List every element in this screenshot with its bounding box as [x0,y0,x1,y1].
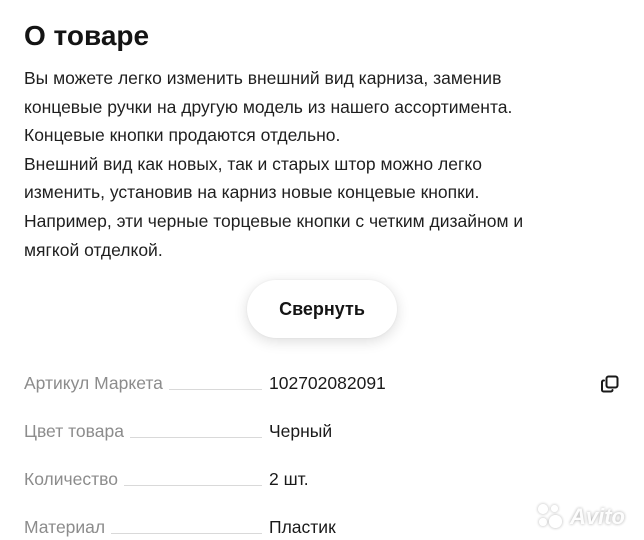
spec-value: Пластик [269,517,336,537]
spec-leader-line [129,436,262,438]
spec-value: Черный [269,421,333,441]
spec-leader-line [168,388,262,390]
spec-label: Количество [24,469,118,489]
description-line: Например, эти черные торцевые кнопки с ч… [24,210,524,231]
spec-row-quantity: Количество 2 шт. [24,460,624,490]
section-title: О товаре [24,20,150,51]
spec-row-article: Артикул Маркета 102702082091 [24,364,624,394]
spec-label-container: Количество [24,460,262,490]
product-description: Вы можете легко изменить внешний вид кар… [24,64,624,264]
spec-leader-line [123,484,262,486]
description-line: Внешний вид как новых, так и старых штор… [24,153,482,174]
watermark-text: Avito [570,504,625,529]
description-line: концевые ручки на другую модель из нашег… [24,96,513,117]
spec-label-container: Цвет товара [24,412,262,442]
spec-value: 102702082091 [269,373,386,393]
description-line: мягкой отделкой. [24,239,163,260]
avito-watermark: Avito [536,500,636,534]
spec-row-material: Материал Пластик [24,508,624,538]
description-line: изменить, установив на карниз новые конц… [24,182,480,203]
spec-row-color: Цвет товара Черный [24,412,624,442]
avito-logo-icon [536,502,566,532]
spec-value: 2 шт. [269,469,309,489]
spec-leader-line [111,532,262,534]
copy-icon[interactable] [600,374,620,394]
description-line: Концевые кнопки продаются отдельно. [24,125,341,146]
collapse-button[interactable]: Свернуть [247,280,397,338]
spec-label-container: Артикул Маркета [24,364,262,394]
spec-label: Материал [24,517,106,537]
spec-label: Артикул Маркета [24,373,163,393]
spec-label-container: Материал [24,508,262,538]
description-line: Вы можете легко изменить внешний вид кар… [24,68,502,88]
spec-label: Цвет товара [24,421,124,441]
